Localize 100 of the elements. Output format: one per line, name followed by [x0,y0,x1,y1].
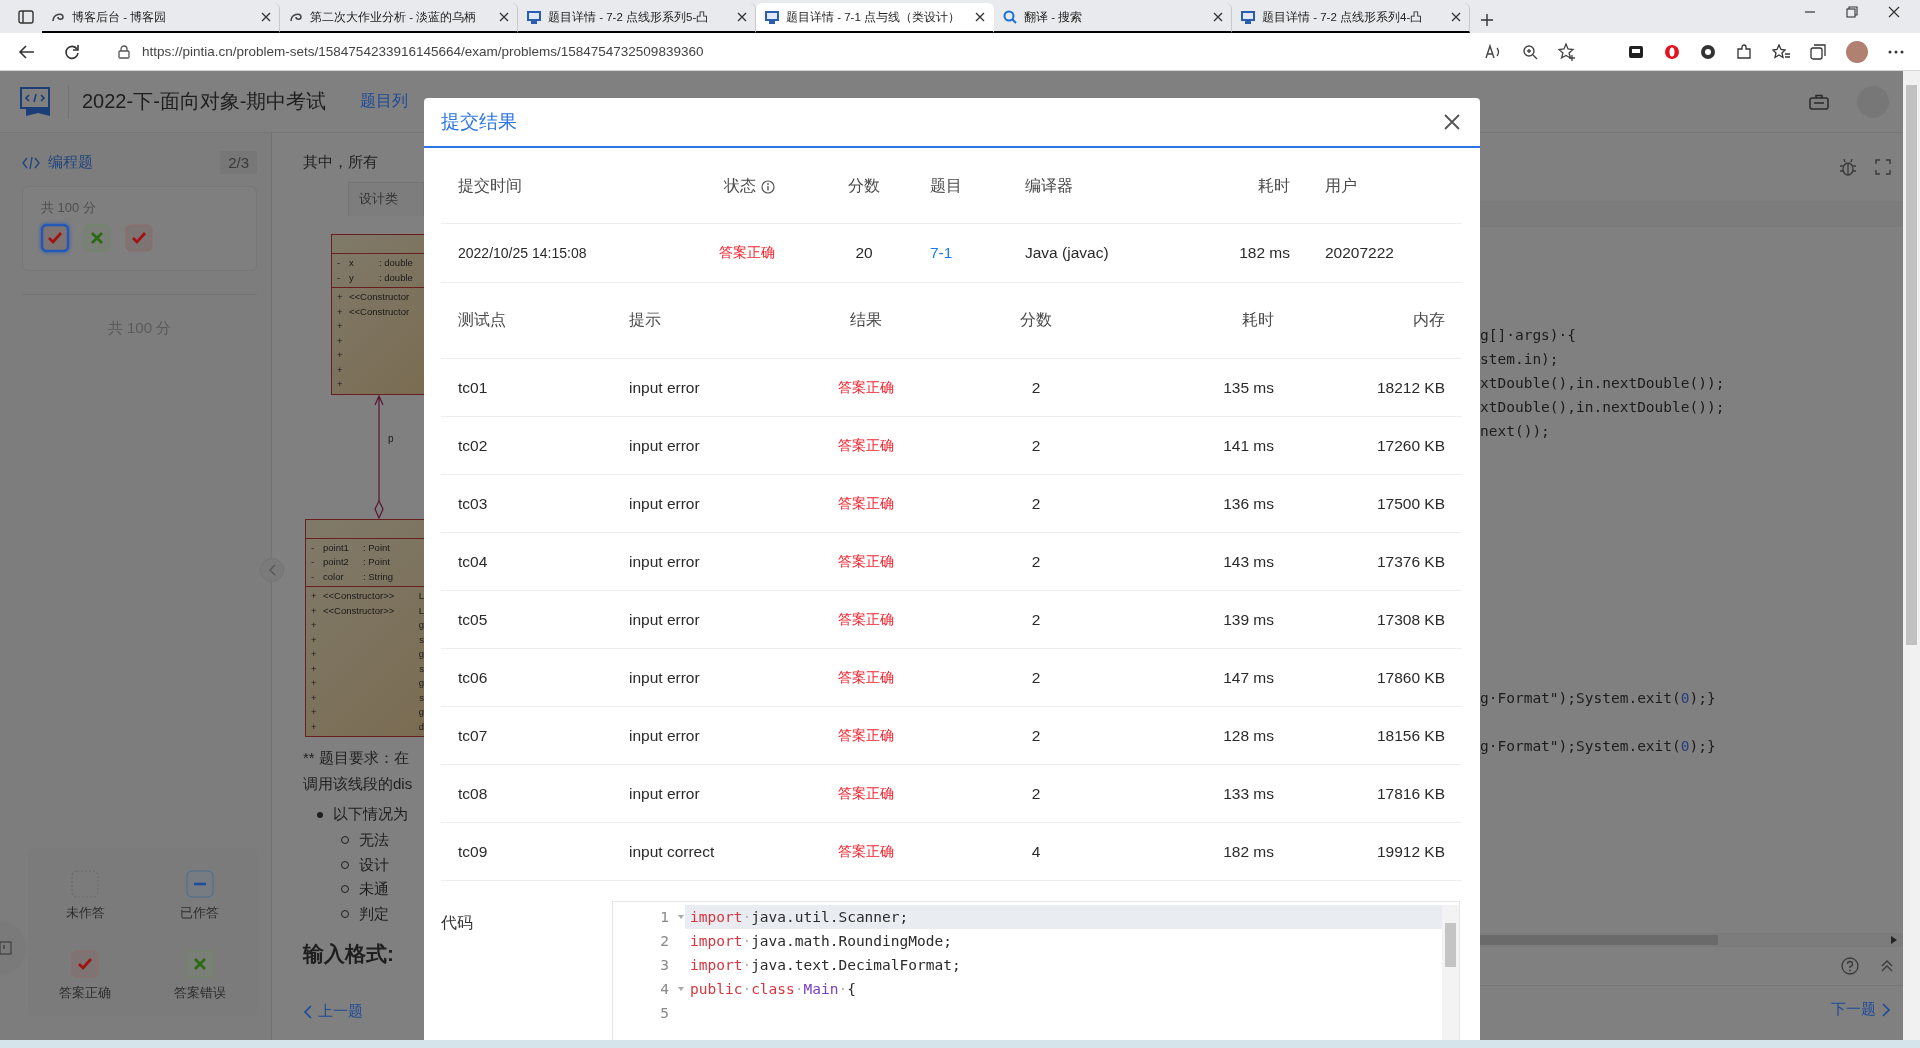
list-item: 无法 [359,830,389,850]
triangle-right-icon[interactable] [1891,936,1897,944]
line-number: 3 [660,957,669,973]
plus-icon[interactable] [1480,13,1494,27]
code-line: g[]·args)·{ [1480,326,1578,345]
info-icon [761,179,775,194]
section-heading: 输入格式: [303,941,395,967]
uml-method: + [336,348,344,362]
status-text: 答案正确 [838,610,894,629]
collections-icon[interactable] [1810,43,1826,60]
uml-method: + s [310,690,424,705]
code-line: g·Format");System.exit(0);} [1480,689,1717,708]
close-icon[interactable] [499,12,509,22]
status-text: 答案正确 [719,244,775,262]
table-cell: 141 ms [1223,436,1274,455]
column-header: 题目 [930,176,962,196]
table-cell: 17500 KB [1376,494,1445,513]
uml-method: + s [310,632,424,647]
extension-icon[interactable] [1700,43,1716,60]
table-cell: 17260 KB [1376,436,1445,455]
close-icon[interactable] [1888,5,1900,18]
table-cell: tc09 [458,842,488,861]
section-title: 编程题 [48,153,93,172]
table-cell: input error [629,378,700,397]
legend-label: 未作答 [65,904,105,922]
close-button[interactable] [1444,114,1460,130]
puzzle-icon[interactable] [1736,43,1752,60]
progress-counter: 2/3 [220,151,257,174]
code-line: stem.in); [1480,350,1560,369]
profile-avatar[interactable] [1846,40,1868,63]
table-cell: tc08 [458,784,488,803]
code-icon [22,155,40,170]
restore-icon[interactable] [1846,5,1858,18]
exam-title: 2022-下-面向对象-期中考试 [82,89,327,114]
status-text: 答案正确 [838,668,894,687]
code-line: next()); [1480,422,1551,441]
uml-method: + [336,319,344,333]
table-cell: 18212 KB [1376,378,1445,397]
dialog-title: 提交结果 [441,110,517,134]
uml-attribute: - color : String [310,569,395,584]
close-icon[interactable] [1213,12,1223,22]
problem-link[interactable]: 7-1 [930,244,953,262]
favorite-icon[interactable] [1558,42,1576,61]
column-header: 分数 [1020,310,1052,330]
vertical-scrollbar[interactable] [1903,71,1920,1041]
table-cell: 128 ms [1223,726,1274,745]
zoom-icon[interactable] [1522,43,1538,60]
double-chevron-up-icon[interactable] [1881,960,1893,972]
monitor-icon [764,9,780,25]
close-icon[interactable] [261,12,271,22]
column-header: 测试点 [458,310,506,330]
briefcase-icon[interactable] [1809,93,1829,110]
horizontal-scrollbar[interactable] [1480,933,1903,947]
code-line: import·java.math.RoundingMode; [689,932,953,951]
table-cell: 2022/10/25 14:15:08 [458,245,587,261]
help-icon[interactable] [1841,957,1859,975]
legend-label: 已作答 [180,904,220,922]
address-bar[interactable]: https://pintia.cn/problem-sets/1584754233916145664/exam/problems/1584754732509839360 [142,44,704,59]
search-icon [1002,9,1018,25]
association-label: p [388,432,394,446]
uml-method: + [336,362,344,377]
table-cell: 2 [1031,610,1041,629]
uml-method: + g [310,647,424,661]
column-header: 编译器 [1025,176,1073,196]
table-cell: 17376 KB [1376,552,1445,571]
code-editor[interactable]: 1 2 3 4 5 import·java.util.Scanner; import·java.math.RoundingMode; import·java.text.DecimalFormat; public·class·Main·{ [612,901,1460,1041]
table-cell: input error [629,784,700,803]
close-icon[interactable] [737,12,747,22]
chevron-left-icon [303,1004,312,1019]
line-number: 2 [660,933,669,949]
uml-method: + [336,377,344,391]
favorites-icon[interactable] [1772,43,1790,60]
close-icon[interactable] [975,12,985,22]
table-cell: 20 [855,244,873,262]
logo-icon[interactable] [20,86,52,117]
close-icon[interactable] [1451,12,1461,22]
table-cell: 147 ms [1223,668,1274,687]
problem-text: 其中，所有 [303,153,379,172]
browser-tab[interactable]: 题目详情 - 7-1 点与线（类设计） [756,3,994,33]
code-scrollbar[interactable] [1442,905,1459,1040]
status-text: 答案正确 [838,842,894,861]
chevron-left-icon [268,564,276,576]
table-cell: tc05 [458,610,488,629]
uml-method: + g [310,705,424,719]
chevron-right-icon [1882,1002,1891,1017]
bug-icon[interactable] [1839,158,1857,176]
problem-text: ** 题目要求：在 [303,748,410,768]
uml-attribute: - x : double [336,256,414,270]
back-icon[interactable] [18,43,36,60]
refresh-icon[interactable] [64,43,80,60]
more-icon[interactable] [1888,49,1904,54]
read-aloud-icon[interactable] [1484,43,1502,60]
table-cell: 2 [1031,494,1041,513]
legend-label: 答案错误 [173,984,226,1002]
extension-icon[interactable] [1628,43,1644,60]
code-line: g·Format");System.exit(0);} [1480,737,1717,756]
minus-box-icon [185,870,214,898]
table-cell: 2 [1031,726,1041,745]
tab-actions-icon[interactable] [18,9,34,25]
status-text: 答案正确 [838,436,894,455]
